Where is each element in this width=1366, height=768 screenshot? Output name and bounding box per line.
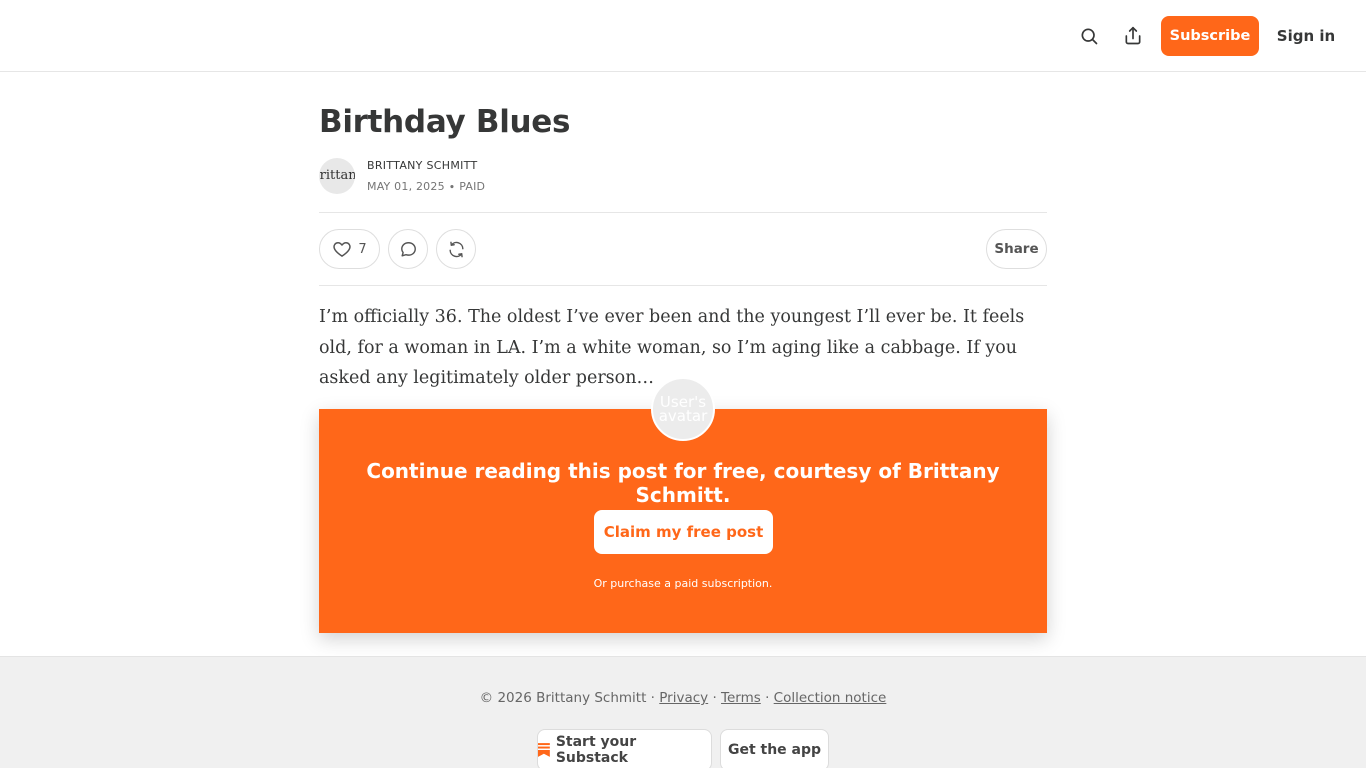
- heart-icon: [333, 242, 352, 257]
- top-navigation-bar: Subscribe Sign in: [0, 0, 1366, 72]
- get-the-app-button[interactable]: Get the app: [720, 729, 829, 768]
- share-pill-button[interactable]: Share: [986, 229, 1047, 269]
- share-button[interactable]: [1113, 16, 1153, 56]
- footer-legal-line: © 2026 Brittany Schmitt · Privacy · Term…: [0, 690, 1366, 706]
- subscribe-button[interactable]: Subscribe: [1161, 16, 1259, 56]
- like-button[interactable]: 7: [319, 229, 380, 269]
- claim-free-post-button[interactable]: Claim my free post: [594, 510, 773, 554]
- restack-button[interactable]: [436, 229, 476, 269]
- search-icon: [1081, 28, 1098, 45]
- paywall-avatar-alt-text: User's avatar: [658, 393, 708, 425]
- comment-button[interactable]: [388, 229, 428, 269]
- sign-in-link[interactable]: Sign in: [1274, 16, 1338, 56]
- restack-icon: [448, 241, 464, 257]
- author-avatar-alt-text: Brittany: [319, 168, 355, 183]
- footer-copyright: © 2026 Brittany Schmitt ·: [479, 690, 660, 706]
- author-name[interactable]: BRITTANY SCHMITT: [367, 159, 478, 172]
- share-upload-icon: [1125, 26, 1141, 45]
- start-your-substack-label: Start your Substack: [555, 734, 637, 766]
- post-title: Birthday Blues: [319, 104, 571, 140]
- footer-separator: ·: [708, 690, 722, 706]
- search-button[interactable]: [1069, 16, 1109, 56]
- divider: [319, 212, 1047, 213]
- author-avatar[interactable]: Brittany: [319, 158, 355, 194]
- paywall-message: Continue reading this post for free, cou…: [366, 459, 1000, 507]
- privacy-link[interactable]: Privacy: [659, 690, 708, 706]
- comment-bubble-icon: [400, 241, 416, 257]
- collection-notice-link[interactable]: Collection notice: [774, 690, 887, 706]
- terms-link[interactable]: Terms: [721, 690, 761, 706]
- divider: [319, 285, 1047, 286]
- like-count: 7: [358, 241, 367, 257]
- start-your-substack-button[interactable]: Start your Substack: [537, 729, 712, 768]
- substack-logo-icon: [538, 743, 550, 757]
- post-date-meta: MAY 01, 2025 ∙ PAID: [367, 180, 486, 193]
- purchase-subscription-link[interactable]: Or purchase a paid subscription.: [319, 577, 1047, 590]
- footer-separator: ·: [760, 690, 774, 706]
- paywall-user-avatar: User's avatar: [651, 377, 715, 441]
- get-the-app-label: Get the app: [727, 742, 822, 758]
